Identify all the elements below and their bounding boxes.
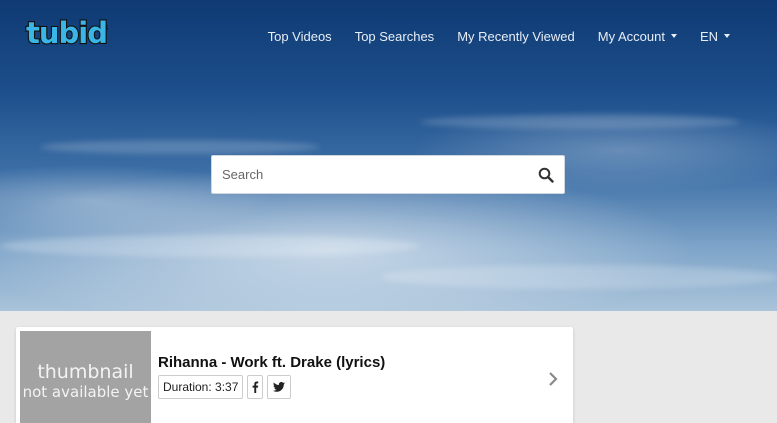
logo-text: tubidy xyxy=(26,16,108,50)
cloud-decoration xyxy=(40,140,320,154)
site-logo[interactable]: tubidy xyxy=(24,15,128,51)
nav-label: My Recently Viewed xyxy=(457,28,575,44)
nav-label: Top Videos xyxy=(267,28,332,44)
nav-recently-viewed[interactable]: My Recently Viewed xyxy=(457,29,575,44)
top-nav: Top Videos Top Searches My Recently View… xyxy=(268,26,777,46)
nav-top-videos[interactable]: Top Videos xyxy=(268,29,332,44)
twitter-icon xyxy=(273,382,286,392)
thumbnail-placeholder-text: not available yet xyxy=(22,383,149,401)
nav-label: My Account xyxy=(597,28,665,44)
nav-top-searches[interactable]: Top Searches xyxy=(355,29,435,44)
result-card[interactable]: thumbnail not available yet Rihanna - Wo… xyxy=(16,327,573,423)
search-input[interactable] xyxy=(212,156,528,193)
duration-badge: Duration: 3:37 xyxy=(158,375,244,399)
cloud-decoration xyxy=(420,115,740,129)
search-box xyxy=(211,155,565,194)
search-icon xyxy=(538,167,554,183)
nav-language-dropdown[interactable]: EN xyxy=(700,29,730,44)
nav-label: Top Searches xyxy=(354,28,435,44)
thumbnail-placeholder-text: thumbnail xyxy=(37,361,134,383)
facebook-share-button[interactable] xyxy=(247,375,264,399)
nav-label: EN xyxy=(699,28,718,44)
cloud-decoration xyxy=(380,265,777,289)
search-button[interactable] xyxy=(528,156,564,193)
open-result-button[interactable] xyxy=(547,371,559,387)
facebook-icon xyxy=(252,381,259,393)
twitter-share-button[interactable] xyxy=(267,375,292,399)
cloud-decoration xyxy=(0,235,420,257)
video-thumbnail[interactable]: thumbnail not available yet xyxy=(20,331,151,423)
video-title[interactable]: Rihanna - Work ft. Drake (lyrics) xyxy=(158,354,385,371)
nav-my-account-dropdown[interactable]: My Account xyxy=(598,29,677,44)
chevron-right-icon xyxy=(549,372,558,386)
caret-down-icon xyxy=(724,34,730,38)
hero-banner: tubidy Top Videos Top Searches My Recent… xyxy=(0,0,777,311)
video-meta: Duration: 3:37 xyxy=(158,375,292,399)
caret-down-icon xyxy=(670,34,677,38)
